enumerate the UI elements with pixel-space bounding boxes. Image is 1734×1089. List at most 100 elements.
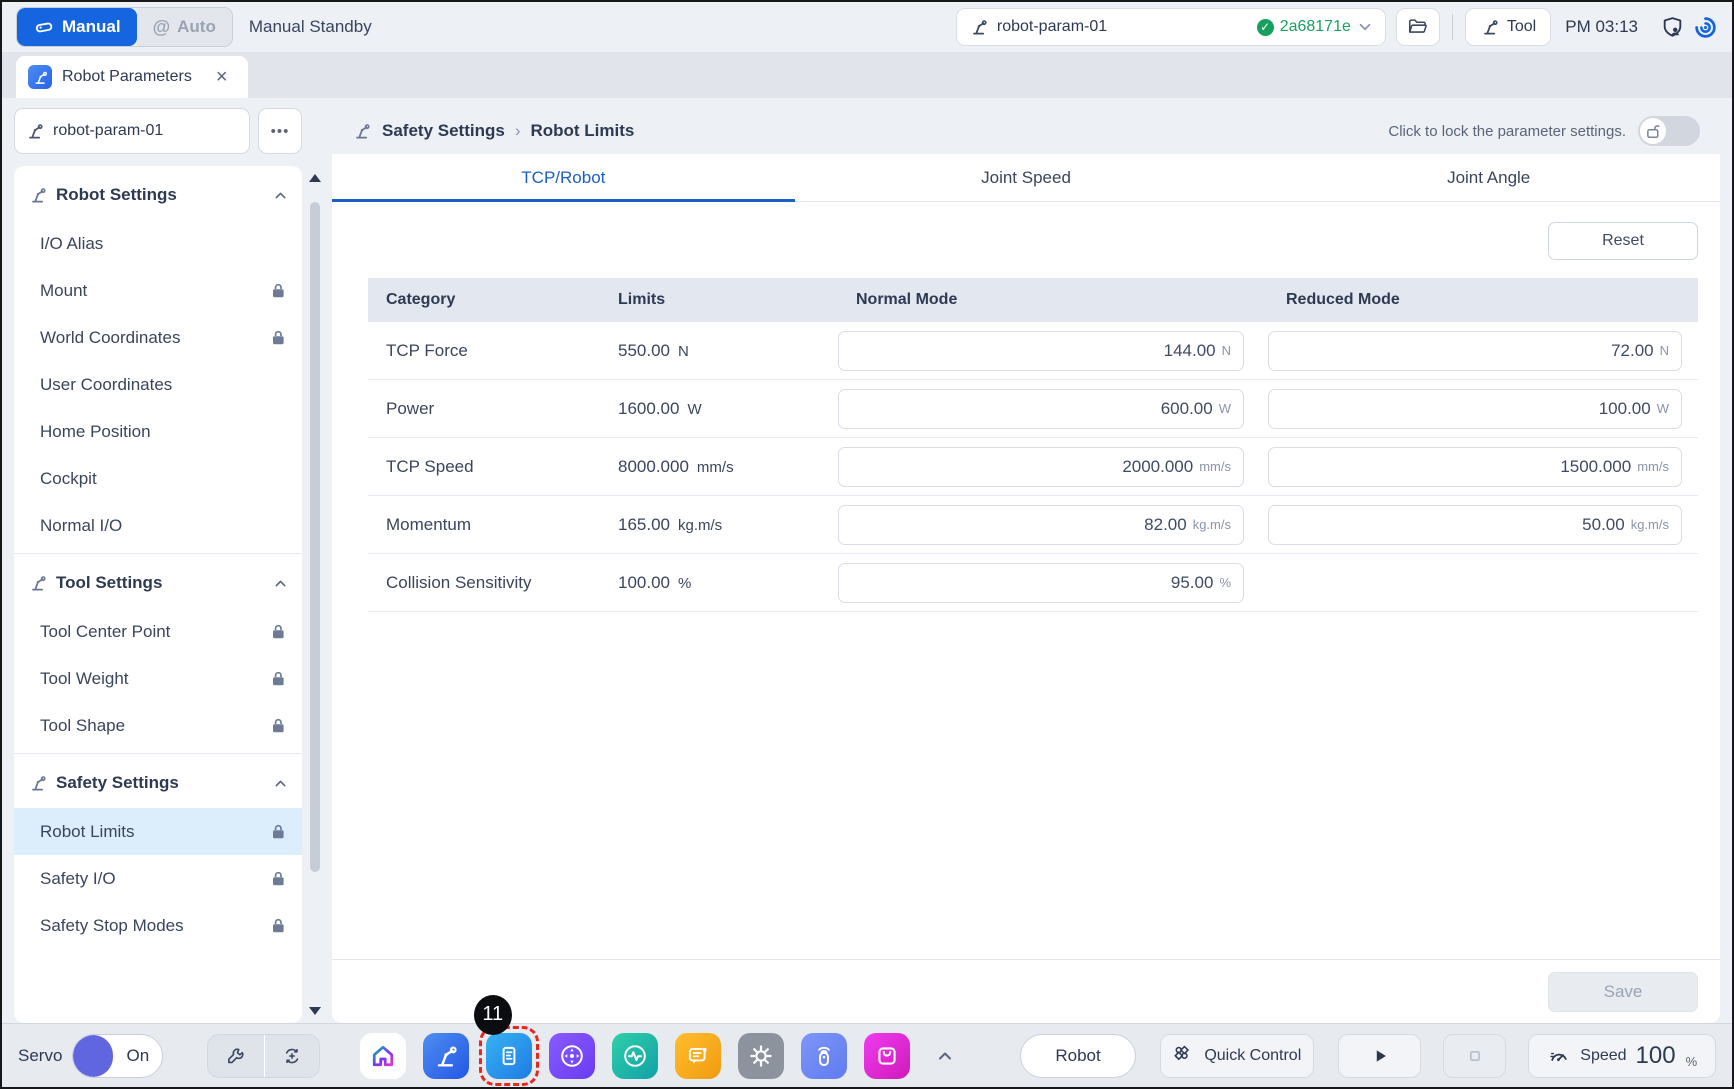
table-row-tcp-speed: TCP Speed 8000.000mm/s 2000.000mm/s 1500…	[368, 438, 1698, 496]
tab-tcp-robot[interactable]: TCP/Robot	[332, 154, 795, 201]
tcp-speed-reduced-input[interactable]: 1500.000mm/s	[1268, 447, 1682, 487]
sidebar-item-robot-limits[interactable]: Robot Limits	[14, 808, 302, 855]
servo-toggle[interactable]: On	[72, 1034, 163, 1078]
speed-control[interactable]: Speed 100 %	[1528, 1034, 1716, 1078]
scrollbar-track[interactable]	[310, 186, 320, 1003]
collision-sensitivity-normal-input[interactable]: 95.00%	[838, 563, 1244, 603]
power-normal-input[interactable]: 600.00W	[838, 389, 1244, 429]
window-tab-strip: Robot Parameters ×	[2, 52, 1732, 98]
store-app-icon[interactable]	[864, 1033, 910, 1079]
sidebar-item-tool-weight[interactable]: Tool Weight	[14, 655, 302, 702]
scroll-down-arrow[interactable]	[309, 1007, 321, 1015]
sidebar-item-safety-stop-modes[interactable]: Safety Stop Modes	[14, 902, 302, 949]
sidebar-item-cockpit[interactable]: Cockpit	[14, 455, 302, 502]
jog-app-icon[interactable]	[549, 1033, 595, 1079]
sidebar-item-user-coordinates[interactable]: User Coordinates	[14, 361, 302, 408]
tcp-force-reduced-input[interactable]: 72.00N	[1268, 331, 1682, 371]
tab-robot-parameters[interactable]: Robot Parameters ×	[16, 56, 248, 98]
play-button[interactable]	[1338, 1034, 1421, 1078]
sidebar-item-world-coordinates[interactable]: World Coordinates	[14, 314, 302, 361]
robot-icon	[28, 573, 48, 593]
table-row-tcp-force: TCP Force 550.00N 144.00N 72.00N	[368, 322, 1698, 380]
save-bar: Save	[332, 959, 1720, 1023]
home-app-icon[interactable]	[360, 1033, 406, 1079]
sidebar-item-normal-io[interactable]: Normal I/O	[14, 502, 302, 549]
collapse-dock-button[interactable]	[936, 1049, 954, 1063]
tcp-speed-normal-input[interactable]: 2000.000mm/s	[838, 447, 1244, 487]
tab-joint-angle[interactable]: Joint Angle	[1257, 154, 1720, 201]
pulse-icon	[621, 1042, 649, 1070]
sidebar-item-safety-io[interactable]: Safety I/O	[14, 855, 302, 902]
servo-label: Servo	[18, 1046, 62, 1066]
app-window: Manual @ Auto Manual Standby robot-param…	[0, 0, 1734, 1089]
tool-button[interactable]: Tool	[1465, 8, 1551, 46]
lock-icon	[271, 871, 286, 886]
breadcrumb: Safety Settings › Robot Limits	[352, 121, 634, 141]
check-icon: ✓	[1257, 19, 1274, 36]
scrollbar-thumb[interactable]	[310, 202, 320, 872]
workspace: robot-param-01 ••• Robot Settings I/O Al…	[2, 98, 1732, 1023]
sidebar-item-tool-shape[interactable]: Tool Shape	[14, 702, 302, 749]
settings-app-icon[interactable]	[738, 1033, 784, 1079]
robot-icon	[969, 17, 989, 37]
stop-button[interactable]	[1443, 1034, 1506, 1078]
sidebar-item-io-alias[interactable]: I/O Alias	[14, 220, 302, 267]
parameter-lock-toggle[interactable]	[1638, 116, 1700, 146]
divider	[14, 753, 302, 754]
close-tab-icon[interactable]: ×	[216, 66, 228, 89]
table-row-power: Power 1600.00W 600.00W 100.00W	[368, 380, 1698, 438]
sidebar-group-robot-settings[interactable]: Robot Settings	[14, 170, 302, 220]
tool-button-label: Tool	[1507, 18, 1536, 36]
lock-icon	[271, 671, 286, 686]
sidebar-item-home-position[interactable]: Home Position	[14, 408, 302, 455]
lock-icon	[271, 918, 286, 933]
sidebar-group-safety-settings[interactable]: Safety Settings	[14, 758, 302, 808]
maintenance-button[interactable]	[208, 1035, 263, 1077]
auto-icon: @	[153, 17, 171, 38]
divider	[14, 553, 302, 554]
tab-joint-speed[interactable]: Joint Speed	[795, 154, 1258, 201]
power-reduced-input[interactable]: 100.00W	[1268, 389, 1682, 429]
log-app-icon[interactable]	[675, 1033, 721, 1079]
save-button[interactable]: Save	[1548, 972, 1698, 1012]
quick-control-button[interactable]: Quick Control	[1160, 1034, 1314, 1078]
step-badge: 11	[474, 995, 512, 1035]
tcp-force-normal-input[interactable]: 144.00N	[838, 331, 1244, 371]
manual-mode-button[interactable]: Manual	[17, 8, 137, 46]
sidebar-scrollbar[interactable]	[308, 166, 322, 1023]
open-file-button[interactable]	[1396, 8, 1440, 46]
param-name-value: robot-param-01	[53, 122, 163, 140]
param-name-field[interactable]: robot-param-01	[14, 108, 250, 154]
robot-params-app-icon[interactable]	[423, 1033, 469, 1079]
speed-value: 100	[1636, 1042, 1676, 1070]
breadcrumb-robot-limits: Robot Limits	[530, 121, 634, 141]
update-button[interactable]	[264, 1035, 319, 1077]
more-options-button[interactable]: •••	[258, 108, 302, 154]
remote-app-icon[interactable]	[801, 1033, 847, 1079]
jog-dpad-icon	[558, 1042, 586, 1070]
sidebar-nav: Robot Settings I/O Alias Mount World Coo…	[14, 166, 302, 1023]
mode-switch: Manual @ Auto	[16, 7, 233, 47]
gear-icon	[747, 1042, 775, 1070]
remote-icon	[810, 1042, 838, 1070]
monitoring-app-icon[interactable]	[612, 1033, 658, 1079]
robot-icon	[352, 121, 372, 141]
sidebar-item-mount[interactable]: Mount	[14, 267, 302, 314]
momentum-normal-input[interactable]: 82.00kg.m/s	[838, 505, 1244, 545]
sidebar-group-tool-settings[interactable]: Tool Settings	[14, 558, 302, 608]
parameter-file-pill[interactable]: robot-param-01 ✓ 2a68171e	[956, 8, 1386, 46]
table-row-momentum: Momentum 165.00kg.m/s 82.00kg.m/s 50.00k…	[368, 496, 1698, 554]
task-writer-app-icon[interactable]	[486, 1033, 532, 1079]
robot-sim-toggle[interactable]: Robot	[1020, 1034, 1137, 1078]
breadcrumb-safety-settings[interactable]: Safety Settings	[382, 121, 505, 141]
sidebar-item-tool-center-point[interactable]: Tool Center Point	[14, 608, 302, 655]
robot-file-icon	[25, 121, 45, 141]
manual-mode-label: Manual	[62, 17, 121, 37]
reset-button[interactable]: Reset	[1548, 222, 1698, 260]
user-security-button[interactable]	[1660, 15, 1685, 40]
scroll-up-arrow[interactable]	[309, 174, 321, 182]
auto-mode-button[interactable]: @ Auto	[137, 8, 232, 46]
momentum-reduced-input[interactable]: 50.00kg.m/s	[1268, 505, 1682, 545]
recovery-button[interactable]	[1693, 15, 1718, 40]
commit-status[interactable]: ✓ 2a68171e	[1257, 18, 1373, 36]
